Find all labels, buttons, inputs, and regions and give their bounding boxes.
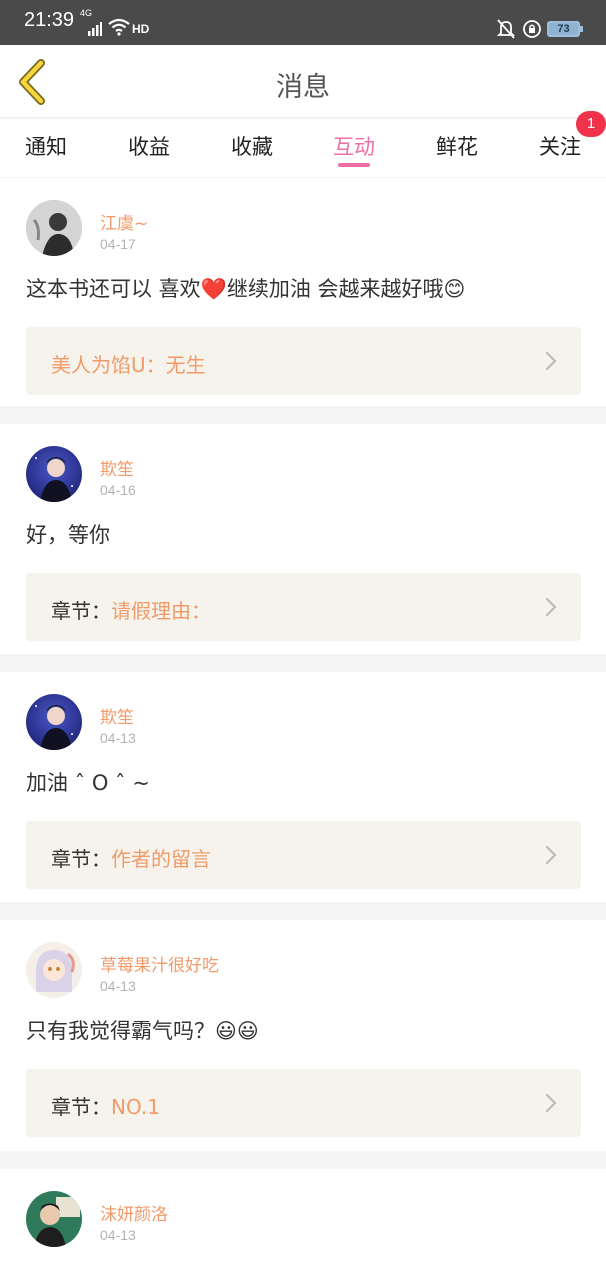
status-time: 21:39 (24, 9, 75, 31)
message-card: 草莓果汁很好吃 04-13 只有我觉得霸气吗？😃😃 章节：NO.1 (0, 920, 606, 1151)
reference-label: 章节：作者的留言 (51, 847, 211, 871)
avatar[interactable] (26, 200, 82, 256)
message-card: 欺笙 04-16 好，等你 章节：请假理由： (0, 424, 606, 654)
message-card: 欺笙 04-13 加油 ˆ O ˆ ~ 章节：作者的留言 (0, 672, 606, 902)
reference-value: 美人为馅U：无生 (51, 353, 206, 377)
chapter-reference-link[interactable]: 章节：NO.1 (26, 1069, 581, 1137)
reference-value: NO.1 (111, 1095, 160, 1119)
app-header: 消息 (0, 45, 606, 118)
bell-muted-icon (497, 19, 515, 39)
comment-text: 加油 ˆ O ˆ ~ (26, 771, 150, 795)
battery-indicator: 73 (547, 21, 580, 37)
message-card: 江虞~ 04-17 这本书还可以 喜欢❤️继续加油 会越来越好哦😊 美人为馅U：… (0, 178, 606, 406)
status-bar: 21:39 4G HD 73 (0, 0, 606, 45)
active-tab-indicator (338, 163, 370, 167)
tab-favorites[interactable]: 收藏 (212, 131, 292, 161)
chevron-right-icon (545, 351, 557, 371)
user-name[interactable]: 欺笙 (100, 703, 134, 728)
message-date: 04-17 (100, 236, 136, 252)
reference-label: 章节：NO.1 (51, 1095, 160, 1119)
comment-text: 只有我觉得霸气吗？😃😃 (26, 1019, 259, 1043)
comment-text: 好，等你 (26, 523, 110, 547)
reference-value: 作者的留言 (111, 847, 211, 871)
chevron-right-icon (545, 845, 557, 865)
chevron-right-icon (545, 597, 557, 617)
chevron-right-icon (545, 1093, 557, 1113)
message-date: 04-13 (100, 978, 136, 994)
user-name[interactable]: 欺笙 (100, 455, 134, 480)
wifi-icon (108, 18, 130, 36)
user-name[interactable]: 江虞~ (100, 209, 148, 234)
book-reference-link[interactable]: 美人为馅U：无生 (26, 327, 581, 395)
tab-bar: 通知 收益 收藏 互动 鲜花 关注 (0, 119, 606, 177)
tab-notifications[interactable]: 通知 (6, 131, 86, 161)
user-name[interactable]: 沫妍颜洛 (100, 1200, 168, 1225)
reference-value: 请假理由： (111, 599, 211, 623)
network-type: 4G (80, 8, 93, 18)
avatar[interactable] (26, 1191, 82, 1247)
avatar[interactable] (26, 942, 82, 998)
chapter-reference-link[interactable]: 章节：作者的留言 (26, 821, 581, 889)
battery-tip (580, 26, 583, 32)
message-date: 04-13 (100, 1227, 136, 1243)
rotation-lock-icon (523, 20, 541, 38)
comment-text: 这本书还可以 喜欢❤️继续加油 会越来越好哦😊 (26, 277, 466, 301)
reference-label: 美人为馅U：无生 (51, 349, 206, 378)
page-title: 消息 (276, 72, 330, 103)
avatar[interactable] (26, 446, 82, 502)
user-name[interactable]: 草莓果汁很好吃 (100, 951, 219, 976)
tab-flowers[interactable]: 鲜花 (417, 131, 497, 161)
message-card: 沫妍颜洛 04-13 (0, 1169, 606, 1280)
chapter-reference-link[interactable]: 章节：请假理由： (26, 573, 581, 641)
reference-label: 章节：请假理由： (51, 599, 211, 623)
avatar[interactable] (26, 694, 82, 750)
message-date: 04-13 (100, 730, 136, 746)
hd-indicator: HD (132, 22, 150, 36)
signal-icon (88, 22, 102, 36)
following-count-badge: 1 (576, 111, 606, 137)
message-date: 04-16 (100, 482, 136, 498)
tab-earnings[interactable]: 收益 (109, 131, 189, 161)
tab-interaction[interactable]: 互动 (314, 131, 394, 161)
